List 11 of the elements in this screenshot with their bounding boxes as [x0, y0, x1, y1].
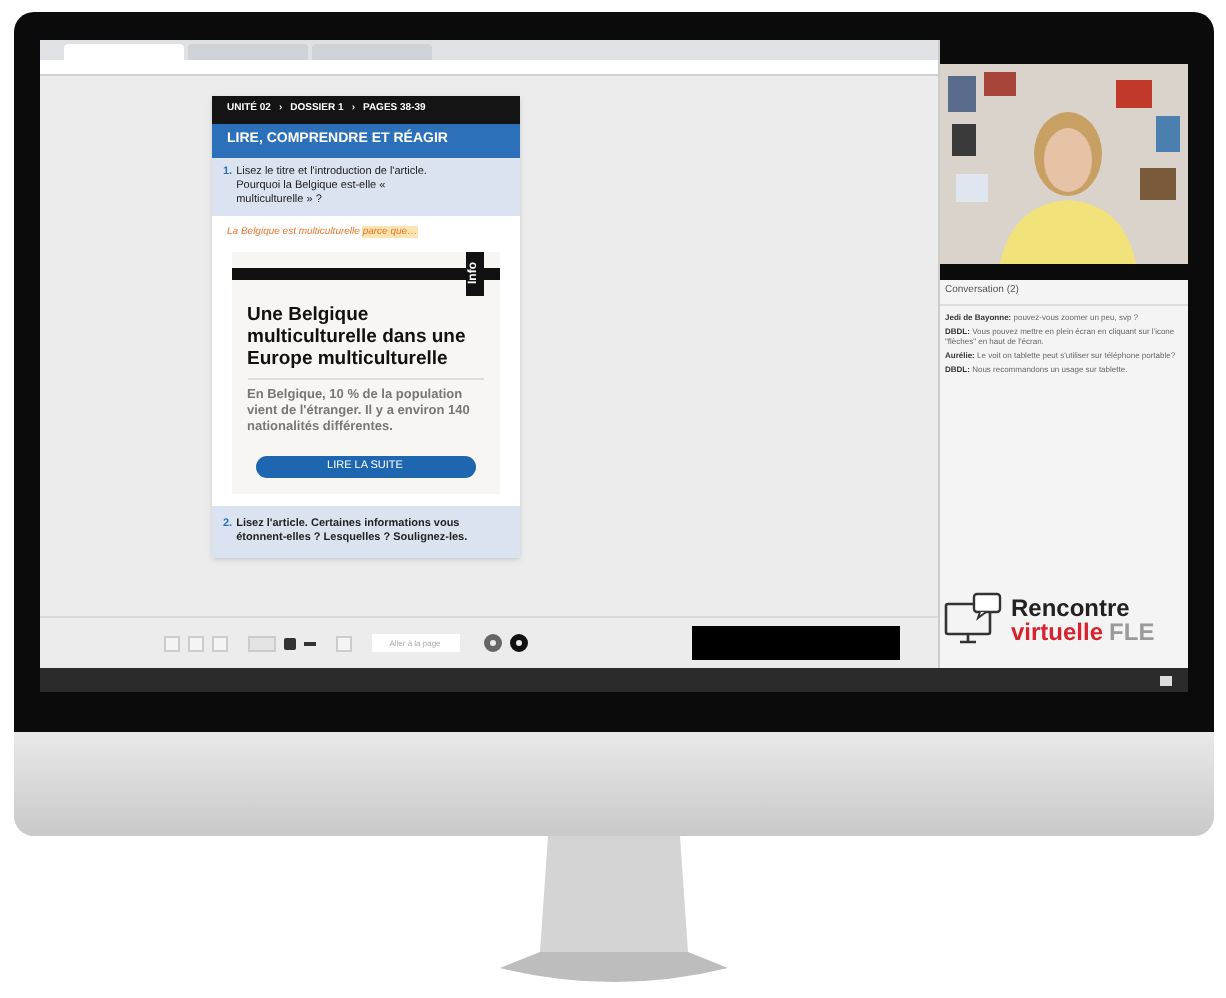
logo-text: virtuelle [1011, 620, 1104, 644]
computer-chat-icon [943, 592, 1003, 648]
logo-text: Rencontre [1011, 596, 1132, 620]
browser-tab[interactable] [311, 44, 431, 60]
logo-text: FLE [1109, 620, 1155, 644]
article-title: Une Belgique multiculturelle dans une Europe multiculturelle [245, 301, 468, 369]
browser-tab[interactable] [63, 44, 183, 60]
notification-icon[interactable] [1159, 675, 1171, 685]
address-bar[interactable] [39, 60, 937, 76]
browser-tab[interactable] [187, 44, 307, 60]
toolbar-button[interactable] [335, 635, 351, 651]
